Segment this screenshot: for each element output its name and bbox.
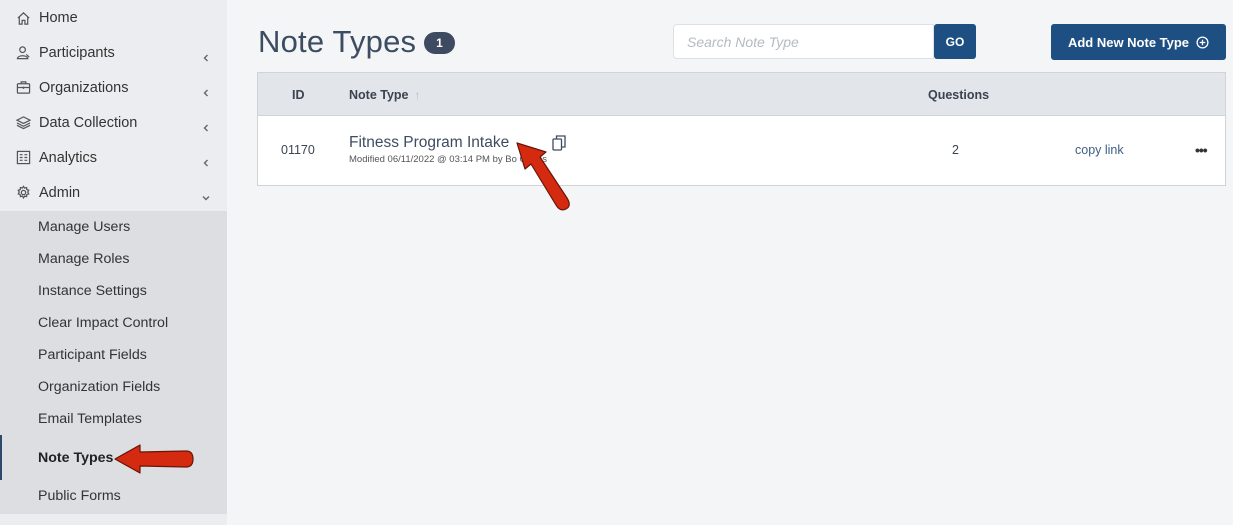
submenu-item-clear-impact-control[interactable]: Clear Impact Control: [0, 307, 227, 339]
user-icon: [14, 44, 32, 62]
submenu-item-note-types[interactable]: Note Types: [0, 435, 227, 480]
go-button[interactable]: GO: [934, 24, 976, 59]
chevron-left-icon: [202, 84, 210, 96]
submenu-item-public-forms[interactable]: Public Forms: [0, 480, 227, 512]
nav-item-analytics[interactable]: Analytics: [0, 140, 227, 175]
submenu-item-instance-settings[interactable]: Instance Settings: [0, 275, 227, 307]
nav-item-organizations[interactable]: Organizations: [0, 70, 227, 105]
note-type-name-link[interactable]: Fitness Program Intake: [349, 134, 509, 152]
briefcase-icon: [14, 79, 32, 97]
row-questions-count: 2: [952, 143, 959, 157]
copy-icon[interactable]: [552, 135, 566, 151]
nav-label-analytics: Analytics: [39, 149, 98, 166]
chevron-left-icon: [202, 119, 210, 131]
admin-submenu: Manage Users Manage Roles Instance Setti…: [0, 211, 227, 514]
table-header: ID Note Type ↑ Questions: [258, 73, 1225, 116]
note-types-table: ID Note Type ↑ Questions 01170 Fitness P…: [257, 72, 1226, 186]
count-badge: 1: [424, 32, 455, 54]
more-options-icon[interactable]: •••: [1195, 142, 1208, 158]
add-note-type-button[interactable]: Add New Note Type: [1051, 24, 1226, 60]
nav-item-data-collection[interactable]: Data Collection: [0, 105, 227, 140]
analytics-icon: [14, 149, 32, 167]
nav-label-home: Home: [39, 10, 78, 26]
nav-label-admin: Admin: [39, 184, 81, 201]
chevron-down-icon: [202, 189, 210, 200]
column-header-note-type[interactable]: Note Type ↑: [349, 73, 421, 116]
home-icon: [14, 9, 32, 27]
gear-icon: [14, 184, 32, 202]
column-header-note-type-label: Note Type: [349, 87, 409, 102]
plus-circle-icon: [1196, 35, 1209, 49]
submenu-item-email-templates[interactable]: Email Templates: [0, 403, 227, 435]
layers-icon: [14, 114, 32, 132]
sort-ascending-icon: ↑: [414, 87, 421, 102]
nav-item-participants[interactable]: Participants: [0, 35, 227, 70]
column-header-questions[interactable]: Questions: [928, 73, 989, 116]
nav-label-data-collection: Data Collection: [39, 114, 138, 131]
table-row: 01170 Fitness Program Intake Modified 06…: [258, 116, 1225, 185]
add-note-type-label: Add New Note Type: [1067, 34, 1190, 50]
submenu-item-organization-fields[interactable]: Organization Fields: [0, 371, 227, 403]
nav-label-organizations: Organizations: [39, 79, 129, 96]
chevron-left-icon: [202, 154, 210, 166]
row-id: 01170: [281, 143, 315, 157]
search-input[interactable]: [673, 24, 934, 59]
submenu-item-manage-users[interactable]: Manage Users: [0, 211, 227, 243]
nav-item-admin[interactable]: Admin: [0, 175, 227, 210]
copy-link[interactable]: copy link: [1075, 143, 1124, 157]
submenu-item-manage-roles[interactable]: Manage Roles: [0, 243, 227, 275]
page-title: Note Types: [258, 24, 417, 59]
nav-label-participants: Participants: [39, 44, 115, 61]
sidebar: Home Participants Organizations Data Col…: [0, 0, 227, 525]
submenu-item-participant-fields[interactable]: Participant Fields: [0, 339, 227, 371]
nav-item-home[interactable]: Home: [0, 0, 227, 35]
row-modified-meta: Modified 06/11/2022 @ 03:14 PM by Bo Oak…: [349, 154, 548, 165]
column-header-id[interactable]: ID: [292, 73, 305, 116]
chevron-left-icon: [202, 49, 210, 61]
